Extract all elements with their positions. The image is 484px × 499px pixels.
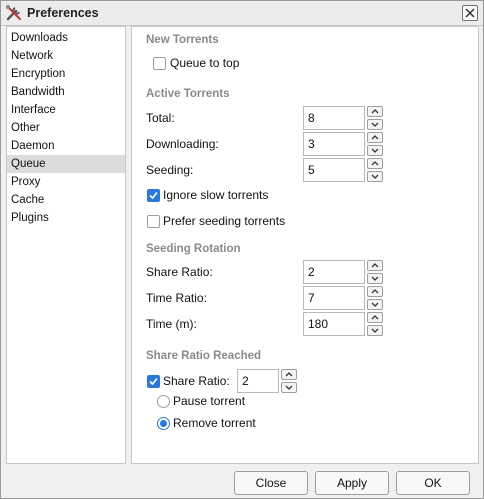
time-ratio-increment-button[interactable] (367, 286, 383, 297)
seeding-increment-button[interactable] (367, 158, 383, 169)
time-ratio-value: 7 (308, 291, 315, 305)
total-increment-button[interactable] (367, 106, 383, 117)
apply-button[interactable]: Apply (315, 471, 389, 495)
time-ratio-label: Time Ratio: (146, 291, 207, 305)
total-decrement-button[interactable] (367, 119, 383, 130)
share-ratio-value: 2 (308, 265, 315, 279)
chevron-down-icon (285, 385, 293, 390)
sidebar-item-network[interactable]: Network (7, 47, 125, 65)
close-window-button[interactable] (462, 5, 478, 21)
share-ratio-reached-checkbox[interactable] (147, 375, 160, 388)
pause-torrent-radio[interactable] (157, 395, 170, 408)
ignore-slow-torrents-label: Ignore slow torrents (163, 188, 269, 202)
sidebar-item-downloads[interactable]: Downloads (7, 29, 125, 47)
chevron-up-icon (371, 135, 379, 140)
chevron-down-icon (371, 148, 379, 153)
chevron-down-icon (371, 328, 379, 333)
sidebar-item-proxy[interactable]: Proxy (7, 173, 125, 191)
total-label: Total: (146, 111, 175, 125)
sidebar-item-cache[interactable]: Cache (7, 191, 125, 209)
share-ratio-reached-decrement-button[interactable] (281, 382, 297, 393)
time-minutes-increment-button[interactable] (367, 312, 383, 323)
share-ratio-spinner[interactable]: 2 (303, 260, 383, 284)
ok-button[interactable]: OK (396, 471, 470, 495)
share-ratio-reached-spinner[interactable]: 2 (237, 369, 297, 393)
time-ratio-spinner[interactable]: 7 (303, 286, 383, 310)
close-icon (465, 8, 475, 18)
time-minutes-value: 180 (308, 317, 329, 331)
chevron-down-icon (371, 276, 379, 281)
queue-to-top-checkbox[interactable] (153, 57, 166, 70)
downloading-increment-button[interactable] (367, 132, 383, 143)
time-minutes-label: Time (m): (146, 317, 197, 331)
remove-torrent-label: Remove torrent (173, 416, 256, 430)
remove-torrent-radio[interactable] (157, 417, 170, 430)
seeding-rotation-heading: Seeding Rotation (146, 243, 241, 255)
chevron-down-icon (371, 174, 379, 179)
seeding-label: Seeding: (146, 163, 194, 177)
time-ratio-decrement-button[interactable] (367, 299, 383, 310)
sidebar-item-bandwidth[interactable]: Bandwidth (7, 83, 125, 101)
total-value: 8 (308, 111, 315, 125)
new-torrents-heading: New Torrents (146, 34, 219, 46)
pause-torrent-label: Pause torrent (173, 394, 246, 408)
share-ratio-reached-value: 2 (242, 374, 249, 388)
chevron-up-icon (371, 315, 379, 320)
sidebar-item-queue[interactable]: Queue (7, 155, 125, 173)
checkmark-icon (149, 377, 158, 386)
total-spinner[interactable]: 8 (303, 106, 383, 130)
queue-settings-panel: New Torrents Queue to top Active Torrent… (131, 26, 479, 464)
sidebar-item-encryption[interactable]: Encryption (7, 65, 125, 83)
seeding-spinner[interactable]: 5 (303, 158, 383, 182)
chevron-down-icon (371, 122, 379, 127)
sidebar-item-other[interactable]: Other (7, 119, 125, 137)
chevron-up-icon (371, 161, 379, 166)
chevron-up-icon (371, 109, 379, 114)
share-ratio-increment-button[interactable] (367, 260, 383, 271)
seeding-decrement-button[interactable] (367, 171, 383, 182)
time-minutes-decrement-button[interactable] (367, 325, 383, 336)
queue-to-top-label: Queue to top (170, 56, 240, 70)
downloading-label: Downloading: (146, 137, 219, 151)
sidebar-item-interface[interactable]: Interface (7, 101, 125, 119)
prefer-seeding-torrents-checkbox[interactable] (147, 215, 160, 228)
share-ratio-decrement-button[interactable] (367, 273, 383, 284)
checkmark-icon (149, 191, 158, 200)
ignore-slow-torrents-checkbox[interactable] (147, 189, 160, 202)
downloading-spinner[interactable]: 3 (303, 132, 383, 156)
close-button[interactable]: Close (234, 471, 308, 495)
sidebar-item-daemon[interactable]: Daemon (7, 137, 125, 155)
share-ratio-reached-increment-button[interactable] (281, 369, 297, 380)
preferences-window: Preferences Downloads Network Encryption… (0, 0, 484, 499)
chevron-up-icon (371, 263, 379, 268)
share-ratio-reached-label: Share Ratio: (163, 374, 230, 388)
share-ratio-reached-heading: Share Ratio Reached (146, 350, 262, 362)
sidebar-item-plugins[interactable]: Plugins (7, 209, 125, 227)
window-title: Preferences (27, 6, 99, 20)
category-list[interactable]: Downloads Network Encryption Bandwidth I… (6, 26, 126, 464)
prefer-seeding-torrents-label: Prefer seeding torrents (163, 214, 286, 228)
downloading-decrement-button[interactable] (367, 145, 383, 156)
active-torrents-heading: Active Torrents (146, 88, 230, 100)
seeding-value: 5 (308, 163, 315, 177)
chevron-down-icon (371, 302, 379, 307)
chevron-up-icon (371, 289, 379, 294)
time-minutes-spinner[interactable]: 180 (303, 312, 383, 336)
title-bar: Preferences (1, 1, 483, 26)
share-ratio-label: Share Ratio: (146, 265, 213, 279)
chevron-up-icon (285, 372, 293, 377)
downloading-value: 3 (308, 137, 315, 151)
tools-icon (5, 4, 23, 22)
